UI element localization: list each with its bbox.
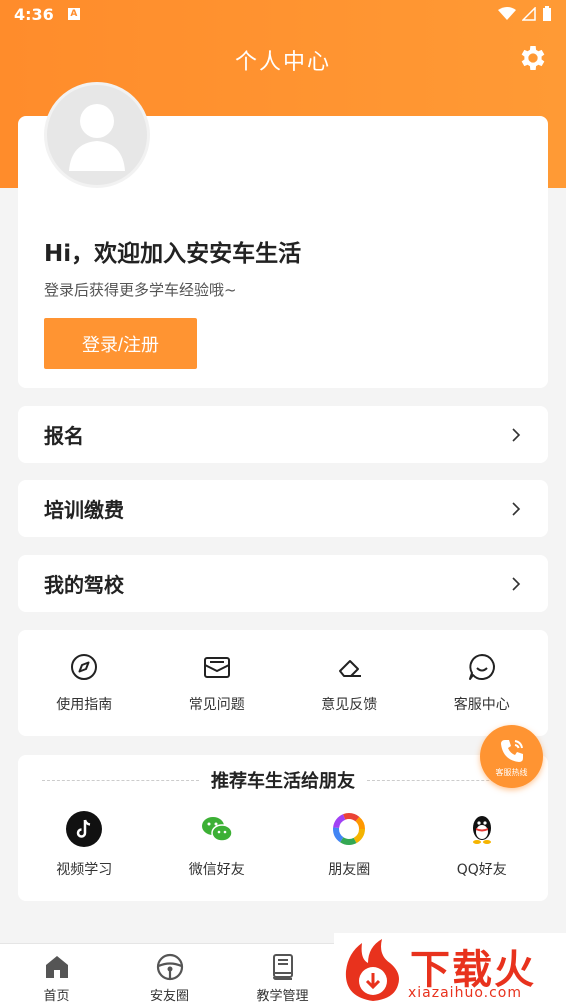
quick-item-label: 客服中心 — [453, 697, 510, 713]
chevron-right-icon — [512, 576, 521, 591]
hotline-button[interactable]: 客服热线 — [480, 725, 543, 788]
nav-label: 教学管理 — [256, 989, 309, 1004]
share-card: 推荐车生活给朋友 视频学习 微信好友 朋友圈 QQ好友 — [18, 755, 548, 901]
share-item-label: 视频学习 — [56, 862, 113, 878]
chevron-right-icon — [512, 501, 521, 516]
quick-item-label: 意见反馈 — [321, 697, 378, 713]
compass-icon — [71, 654, 98, 680]
menu-item-label: 我的驾校 — [44, 573, 124, 597]
avatar[interactable] — [44, 82, 150, 188]
watermark-overlay: 下载火 xiazaihuo.com — [334, 933, 566, 1008]
chevron-right-icon — [512, 427, 521, 442]
nav-label: 首页 — [43, 989, 70, 1004]
hotline-label: 客服热线 — [495, 767, 528, 777]
menu-item-training-fee[interactable]: 培训缴费 — [18, 480, 548, 537]
quick-item-faq[interactable]: 常见问题 — [151, 630, 284, 736]
login-register-button[interactable]: 登录/注册 — [44, 318, 197, 369]
battery-icon — [543, 6, 551, 21]
default-user-icon — [69, 104, 125, 171]
menu-item-label: 报名 — [44, 424, 84, 448]
nav-teaching[interactable]: 教学管理 — [226, 944, 339, 1008]
menu-item-label: 培训缴费 — [44, 498, 124, 522]
share-item-label: QQ好友 — [456, 862, 507, 878]
nav-home[interactable]: 首页 — [0, 944, 113, 1008]
qq-icon — [472, 816, 491, 844]
book-icon — [272, 954, 293, 980]
status-bar: 4:36 A — [0, 0, 566, 28]
flame-logo-icon — [345, 939, 399, 1001]
share-title: 推荐车生活给朋友 — [211, 771, 355, 792]
welcome-heading: Hi，欢迎加入安安车生活 — [44, 241, 302, 267]
share-item-label: 朋友圈 — [328, 862, 371, 878]
gear-icon[interactable] — [517, 42, 549, 74]
menu-item-enroll[interactable]: 报名 — [18, 406, 548, 463]
quick-actions-card: 使用指南 常见问题 意见反馈 客服中心 — [18, 630, 548, 736]
quick-item-label: 使用指南 — [56, 697, 113, 713]
nav-community[interactable]: 安友圈 — [113, 944, 226, 1008]
chat-icon — [468, 654, 495, 680]
signal-icon — [522, 7, 536, 21]
status-time: 4:36 — [14, 4, 54, 24]
steering-wheel-icon — [156, 953, 183, 981]
menu-item-my-school[interactable]: 我的驾校 — [18, 555, 548, 612]
share-item-moments[interactable]: 朋友圈 — [283, 811, 416, 879]
share-item-qq[interactable]: QQ好友 — [416, 811, 549, 879]
watermark-url: xiazaihuo.com — [408, 985, 522, 1001]
wechat-icon — [201, 817, 233, 842]
home-icon — [45, 956, 68, 978]
page-title: 个人中心 — [234, 50, 331, 75]
divider — [42, 779, 199, 781]
status-indicators — [498, 6, 552, 22]
notification-icon: A — [67, 8, 80, 20]
mail-icon — [203, 657, 230, 678]
phone-icon — [500, 739, 523, 762]
share-item-wechat[interactable]: 微信好友 — [151, 811, 284, 879]
quick-item-guide[interactable]: 使用指南 — [18, 630, 151, 736]
eraser-icon — [339, 660, 362, 677]
quick-item-support[interactable]: 客服中心 — [416, 630, 549, 736]
quick-item-label: 常见问题 — [188, 697, 245, 713]
moments-icon — [333, 813, 366, 845]
wifi-icon — [498, 7, 516, 20]
quick-item-feedback[interactable]: 意见反馈 — [283, 630, 416, 736]
tiktok-icon — [66, 811, 103, 847]
share-item-label: 微信好友 — [188, 862, 245, 878]
share-item-video[interactable]: 视频学习 — [18, 811, 151, 879]
profile-card: Hi，欢迎加入安安车生活 登录后获得更多学车经验哦~ 登录/注册 — [18, 82, 548, 388]
nav-label: 安友圈 — [149, 989, 189, 1004]
share-title-row: 推荐车生活给朋友 — [42, 767, 524, 793]
welcome-subtext: 登录后获得更多学车经验哦~ — [44, 281, 237, 299]
